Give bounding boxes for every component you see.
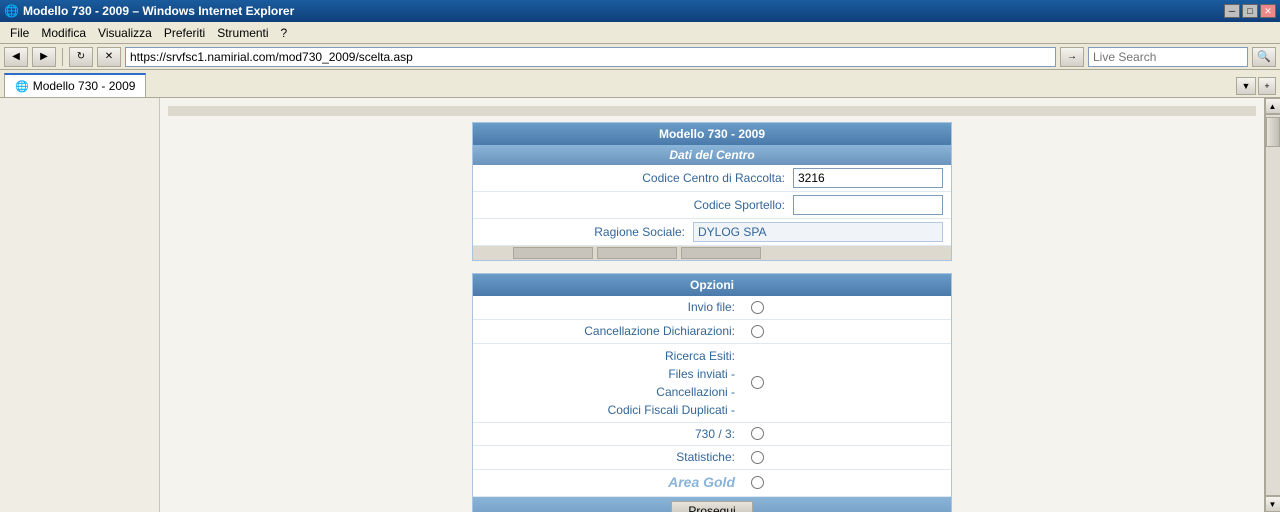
address-bar: ◀ ▶ ↻ ✕ → 🔍 [0, 44, 1280, 70]
form-section-header: Modello 730 - 2009 [473, 123, 951, 145]
sidebar [0, 98, 160, 512]
restore-button[interactable]: □ [1242, 4, 1258, 18]
area-gold-text: Area Gold [668, 474, 735, 490]
back-button[interactable]: ◀ [4, 47, 28, 67]
codice-sportello-row: Codice Sportello: [473, 192, 951, 219]
tab-label: Modello 730 - 2009 [33, 79, 136, 93]
form-section-subtitle: Dati del Centro [473, 145, 951, 165]
form-section-opzioni: Opzioni Invio file: Cancellazione Dichia… [472, 273, 952, 512]
area-gold-radio-cell [743, 476, 943, 489]
window-controls: ─ □ ✕ [1224, 4, 1276, 18]
form-section-dati-centro: Modello 730 - 2009 Dati del Centro Codic… [472, 122, 952, 261]
ricerca-esiti-label: Ricerca Esiti:Files inviati -Cancellazio… [481, 347, 743, 419]
statistiche-radio[interactable] [751, 451, 764, 464]
cancellazione-row: Cancellazione Dichiarazioni: [473, 320, 951, 344]
menu-visualizza[interactable]: Visualizza [92, 24, 158, 42]
invio-file-radio-cell [743, 301, 943, 314]
window-title: Modello 730 - 2009 – Windows Internet Ex… [23, 4, 294, 18]
menu-file[interactable]: File [4, 24, 35, 42]
tab-icon: 🌐 [15, 80, 29, 93]
close-button[interactable]: ✕ [1260, 4, 1276, 18]
scroll-track[interactable] [1265, 114, 1280, 496]
ricerca-esiti-radio[interactable] [751, 376, 764, 389]
bottom-tab-2 [597, 247, 677, 259]
menu-bar: File Modifica Visualizza Preferiti Strum… [0, 22, 1280, 44]
area-gold-radio[interactable] [751, 476, 764, 489]
main-content: Modello 730 - 2009 Dati del Centro Codic… [160, 98, 1264, 512]
ie-window-icon: 🌐 [4, 4, 19, 18]
ragione-sociale-row: Ragione Sociale: [473, 219, 951, 246]
address-input[interactable] [125, 47, 1056, 67]
menu-preferiti[interactable]: Preferiti [158, 24, 211, 42]
tab-options-button[interactable]: ▼ [1236, 77, 1256, 95]
stop-button[interactable]: ✕ [97, 47, 121, 67]
ragione-sociale-input [693, 222, 943, 242]
area-gold-row: Area Gold [473, 470, 951, 497]
menu-strumenti[interactable]: Strumenti [211, 24, 274, 42]
cancellazione-radio[interactable] [751, 325, 764, 338]
top-area [168, 106, 1256, 116]
cancellazione-label: Cancellazione Dichiarazioni: [481, 323, 743, 340]
go-button[interactable]: → [1060, 47, 1084, 67]
invio-file-label: Invio file: [481, 299, 743, 316]
statistiche-radio-cell [743, 451, 943, 464]
codice-centro-input[interactable] [793, 168, 943, 188]
730-3-label: 730 / 3: [481, 426, 743, 443]
scroll-up-button[interactable]: ▲ [1265, 98, 1280, 114]
ricerca-esiti-row: Ricerca Esiti:Files inviati -Cancellazio… [473, 344, 951, 423]
menu-help[interactable]: ? [275, 24, 294, 42]
ragione-sociale-label: Ragione Sociale: [481, 225, 693, 239]
730-3-radio-cell [743, 427, 943, 440]
codice-sportello-input[interactable] [793, 195, 943, 215]
invio-file-row: Invio file: [473, 296, 951, 320]
section-bottom-tabs [473, 246, 951, 260]
search-icon[interactable]: 🔍 [1252, 47, 1276, 67]
codice-centro-row: Codice Centro di Raccolta: [473, 165, 951, 192]
invio-file-radio[interactable] [751, 301, 764, 314]
statistiche-label: Statistiche: [481, 449, 743, 466]
tabs-bar: 🌐 Modello 730 - 2009 ▼ + [0, 70, 1280, 98]
730-3-row: 730 / 3: [473, 423, 951, 447]
prosegui-button[interactable]: Prosegui [671, 501, 752, 512]
refresh-button[interactable]: ↻ [69, 47, 93, 67]
area-gold-label: Area Gold [481, 473, 743, 493]
browser-content: Modello 730 - 2009 Dati del Centro Codic… [0, 98, 1280, 512]
730-3-radio[interactable] [751, 427, 764, 440]
codice-sportello-label: Codice Sportello: [481, 198, 793, 212]
button-row: Prosegui [473, 497, 951, 512]
cancellazione-radio-cell [743, 325, 943, 338]
bottom-tab-1 [513, 247, 593, 259]
tab-modello730[interactable]: 🌐 Modello 730 - 2009 [4, 73, 146, 97]
ricerca-esiti-radio-cell [743, 376, 943, 389]
bottom-tab-3 [681, 247, 761, 259]
title-bar: 🌐 Modello 730 - 2009 – Windows Internet … [0, 0, 1280, 22]
scroll-down-button[interactable]: ▼ [1265, 496, 1280, 512]
search-input[interactable] [1088, 47, 1248, 67]
minimize-button[interactable]: ─ [1224, 4, 1240, 18]
opzioni-header: Opzioni [473, 274, 951, 296]
codice-centro-label: Codice Centro di Raccolta: [481, 171, 793, 185]
scroll-thumb[interactable] [1266, 117, 1280, 147]
add-tab-button[interactable]: + [1258, 77, 1276, 95]
menu-modifica[interactable]: Modifica [35, 24, 92, 42]
scrollbar[interactable]: ▲ ▼ [1264, 98, 1280, 512]
statistiche-row: Statistiche: [473, 446, 951, 470]
forward-button[interactable]: ▶ [32, 47, 56, 67]
